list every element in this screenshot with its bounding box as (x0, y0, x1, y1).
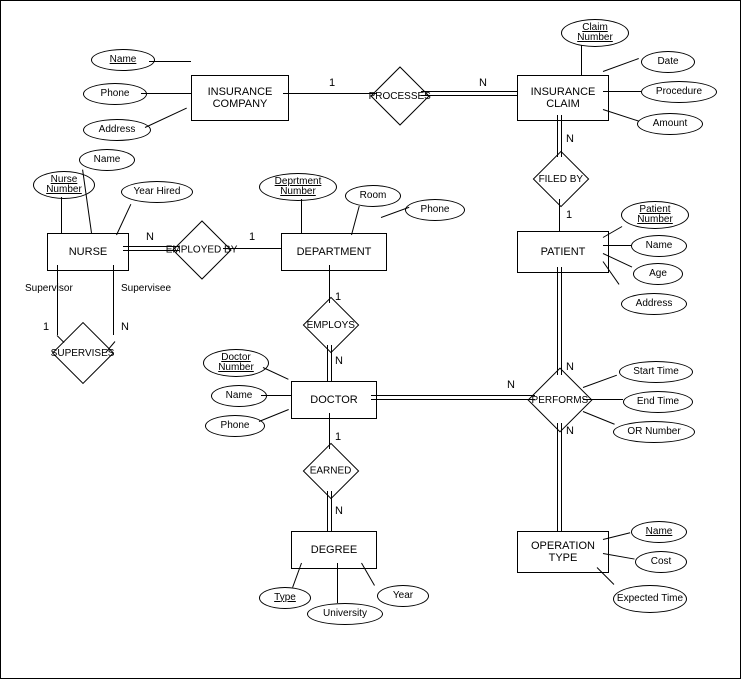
card-performs-doctor: N (507, 379, 515, 391)
card-filedby-bottom: 1 (566, 209, 572, 221)
entity-patient: PATIENT (517, 231, 609, 273)
attr-nurse-name: Name (79, 149, 135, 171)
attr-degree-type: Type (259, 587, 311, 609)
attr-patient-age: Age (633, 263, 683, 285)
card-performs-patient: N (566, 361, 574, 373)
card-processes-right: N (479, 77, 487, 89)
attr-ins-company-phone: Phone (83, 83, 147, 105)
attr-performs-or: OR Number (613, 421, 695, 443)
role-supervisor: Supervisor (25, 283, 73, 294)
card-supervises-many: N (121, 321, 129, 333)
card-earned-bottom: N (335, 505, 343, 517)
attr-optype-cost: Cost (635, 551, 687, 573)
entity-doctor: DOCTOR (291, 381, 377, 419)
attr-performs-end: End Time (623, 391, 693, 413)
attr-ins-company-name: Name (91, 49, 155, 71)
attr-dept-number: Deprtment Number (259, 173, 337, 201)
card-earned-top: 1 (335, 431, 341, 443)
attr-claim-amount: Amount (637, 113, 703, 135)
attr-ins-company-address: Address (83, 119, 151, 141)
attr-optype-expected: Expected Time (613, 585, 687, 613)
attr-doctor-phone: Phone (205, 415, 265, 437)
card-filedby-top: N (566, 133, 574, 145)
card-performs-optype: N (566, 425, 574, 437)
entity-department: DEPARTMENT (281, 233, 387, 271)
attr-patient-name: Name (631, 235, 687, 257)
role-supervisee: Supervisee (121, 283, 171, 294)
entity-degree: DEGREE (291, 531, 377, 569)
attr-nurse-year-hired: Year Hired (121, 181, 193, 203)
attr-performs-start: Start Time (619, 361, 693, 383)
attr-degree-year: Year (377, 585, 429, 607)
attr-claim-procedure: Procedure (641, 81, 717, 103)
er-diagram: INSURANCE COMPANY Name Phone Address INS… (0, 0, 741, 679)
rel-processes: PROCESSES (370, 66, 429, 125)
attr-claim-date: Date (641, 51, 695, 73)
card-employedby-right: 1 (249, 231, 255, 243)
attr-doctor-name: Name (211, 385, 267, 407)
rel-employed-by: EMPLOYED BY (172, 220, 231, 279)
card-processes-left: 1 (329, 77, 335, 89)
entity-insurance-claim: INSURANCE CLAIM (517, 75, 609, 121)
card-employs-top: 1 (335, 291, 341, 303)
card-employedby-left: N (146, 231, 154, 243)
entity-operation-type: OPERATION TYPE (517, 531, 609, 573)
card-employs-bottom: N (335, 355, 343, 367)
rel-supervises: SUPERVISES (52, 322, 114, 384)
attr-claim-number: Claim Number (561, 19, 629, 47)
attr-doctor-number: Doctor Number (203, 349, 269, 377)
attr-patient-address: Address (621, 293, 687, 315)
attr-optype-name: Name (631, 521, 687, 543)
entity-nurse: NURSE (47, 233, 129, 271)
entity-insurance-company: INSURANCE COMPANY (191, 75, 289, 121)
attr-dept-phone: Phone (405, 199, 465, 221)
attr-patient-number: Patient Number (621, 201, 689, 229)
rel-filed-by: FILED BY (533, 151, 590, 208)
attr-dept-room: Room (345, 185, 401, 207)
card-supervises-one: 1 (43, 321, 49, 333)
attr-degree-university: University (307, 603, 383, 625)
